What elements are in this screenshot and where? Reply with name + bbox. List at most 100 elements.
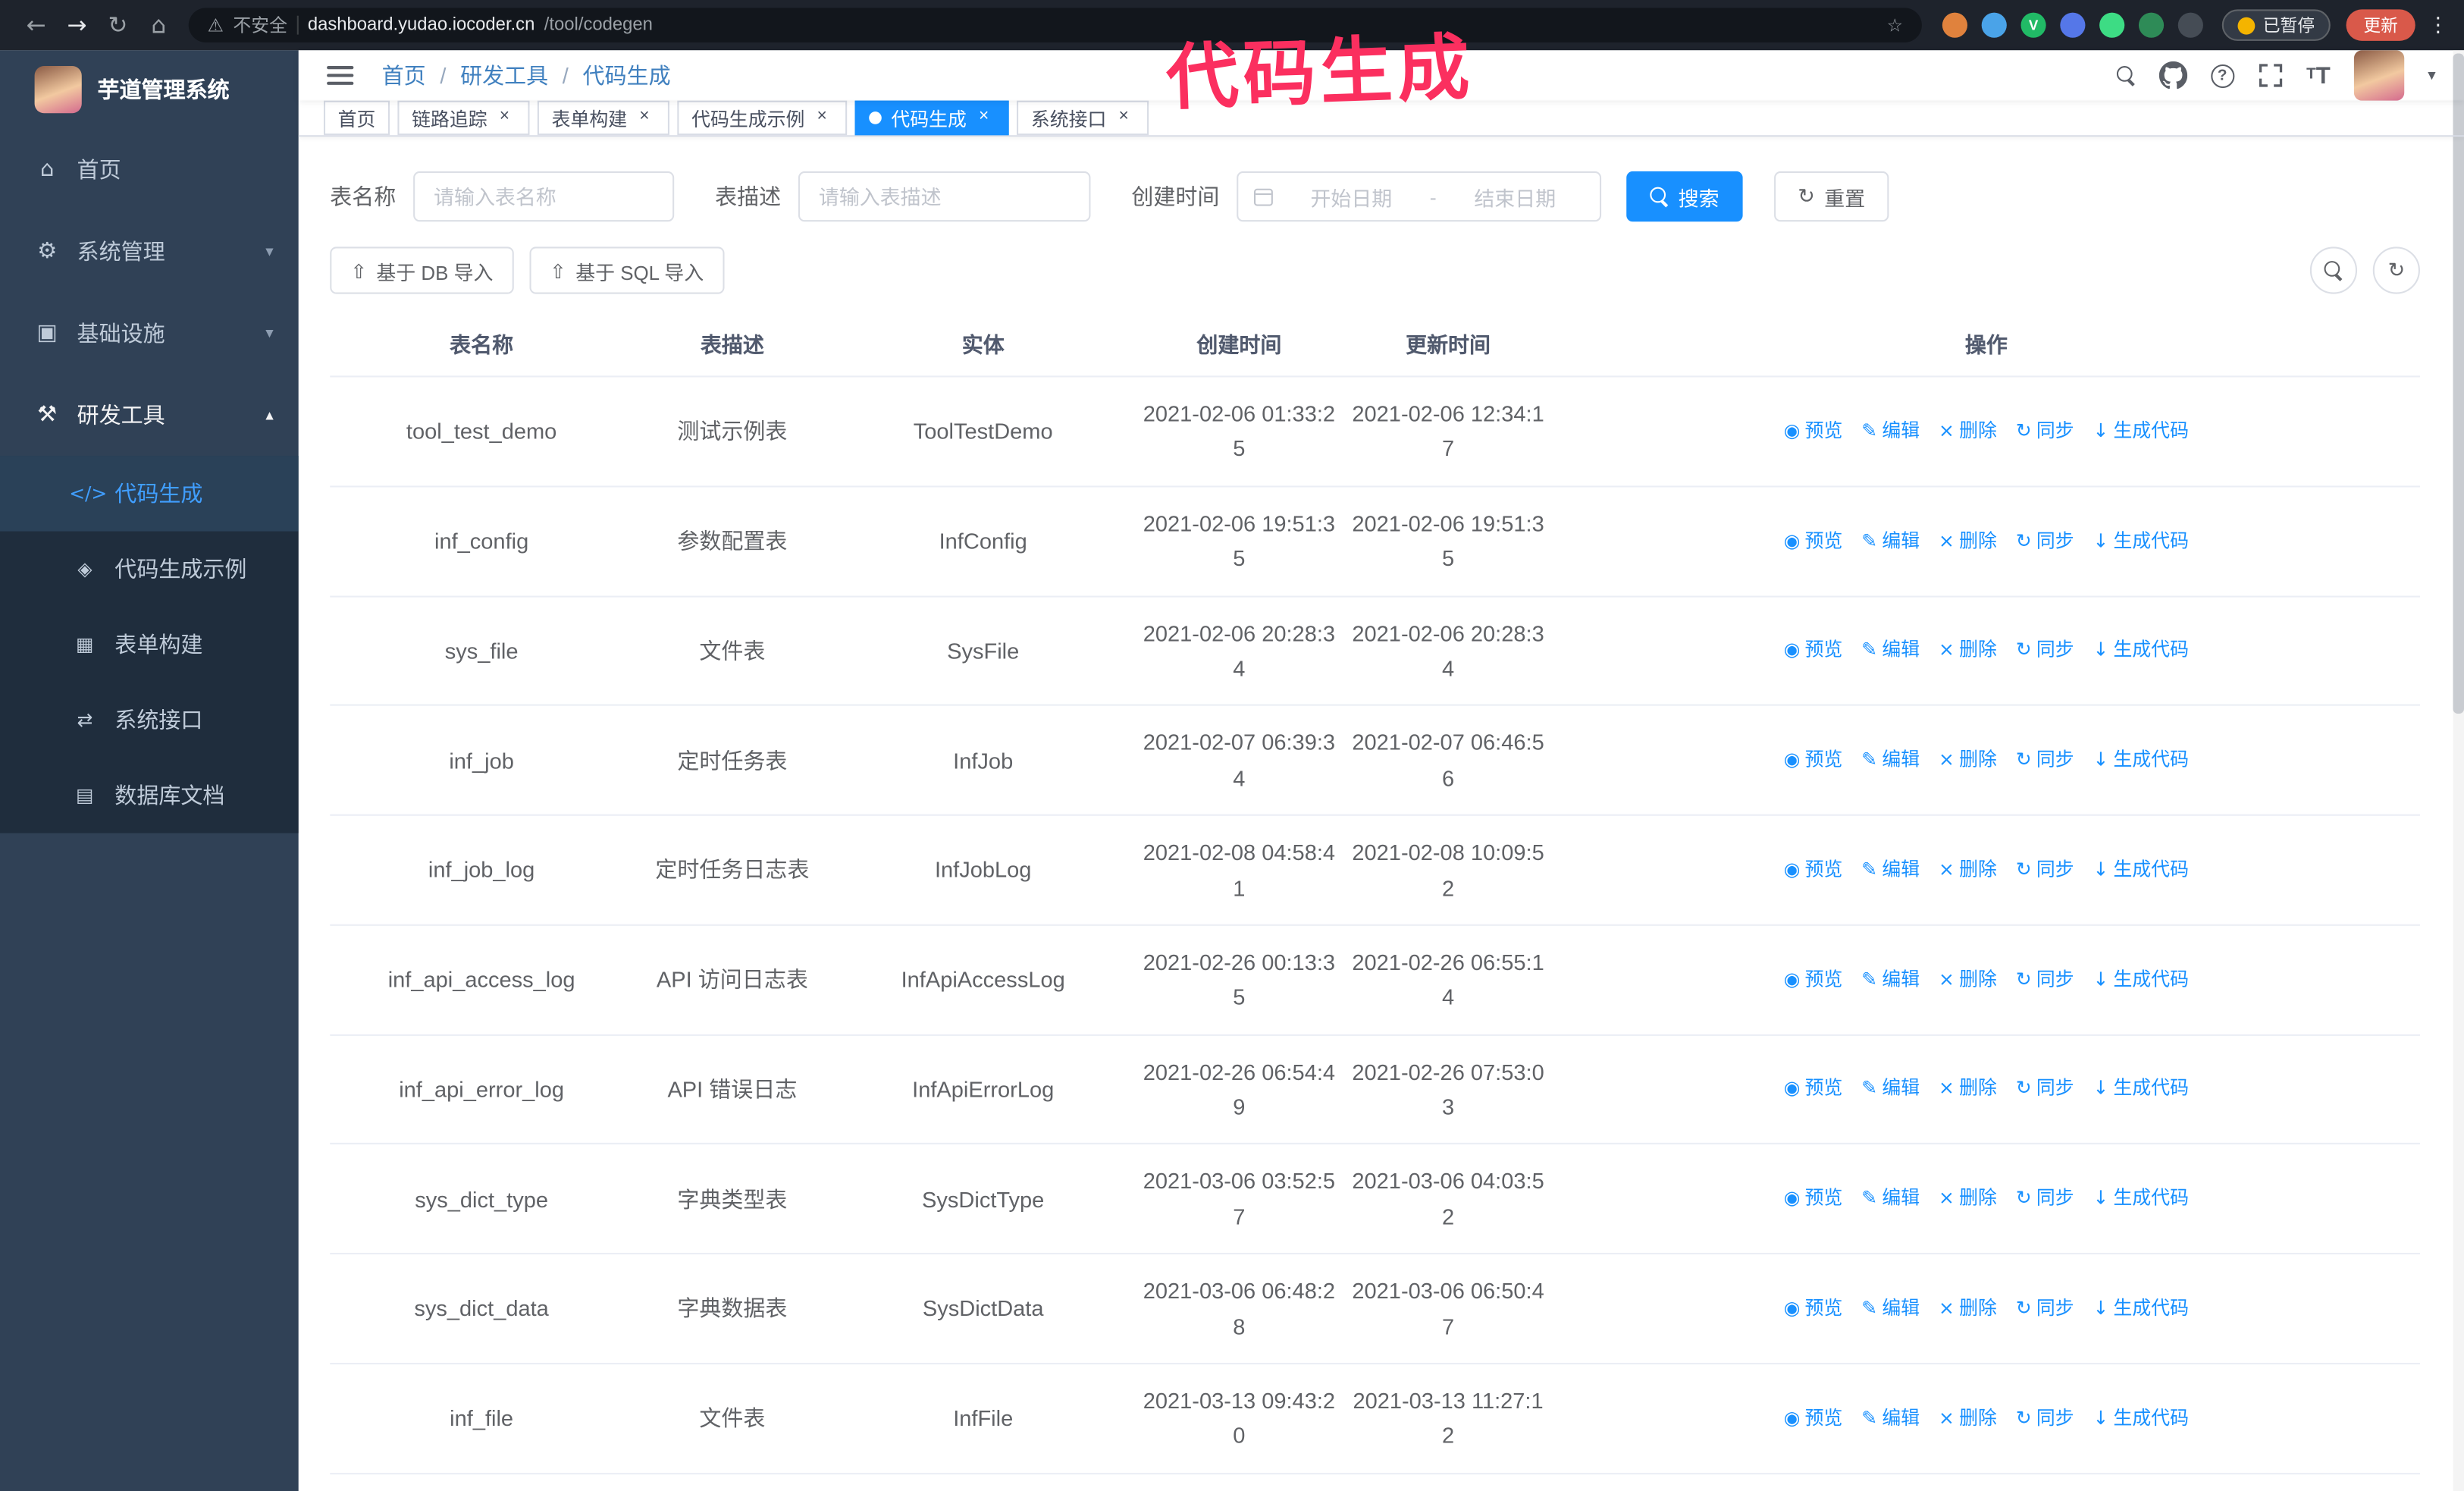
generate-code-link[interactable]: ↓ 生成代码 — [2093, 965, 2189, 995]
refresh-table-button[interactable]: ↻ — [2372, 246, 2420, 294]
browser-extension-icon-dark[interactable] — [2177, 12, 2203, 38]
sync-link[interactable]: ↻ 同步 — [2016, 855, 2074, 885]
scrollbar-thumb[interactable] — [2453, 53, 2464, 714]
sync-link[interactable]: ↻ 同步 — [2016, 1294, 2074, 1324]
app-logo[interactable]: 芋道管理系统 — [0, 50, 299, 129]
sync-link[interactable]: ↻ 同步 — [2016, 746, 2074, 776]
delete-link[interactable]: × 删除 — [1939, 416, 1997, 447]
edit-link[interactable]: ✎ 编辑 — [1861, 965, 1920, 995]
sidebar-item-home[interactable]: ⌂ 首页 ▾ — [0, 129, 299, 211]
sidebar-item-api[interactable]: ⇄ 系统接口 — [0, 683, 299, 758]
table-name-input[interactable] — [413, 171, 675, 222]
sync-link[interactable]: ↻ 同步 — [2016, 1184, 2074, 1214]
sync-link[interactable]: ↻ 同步 — [2016, 965, 2074, 995]
preview-link[interactable]: ◉ 预览 — [1784, 855, 1843, 885]
tab[interactable]: 代码生成示例 × — [677, 100, 848, 136]
edit-link[interactable]: ✎ 编辑 — [1861, 526, 1920, 556]
tab[interactable]: 表单构建 × — [537, 100, 670, 136]
star-icon[interactable]: ☆ — [1887, 14, 1903, 36]
edit-link[interactable]: ✎ 编辑 — [1861, 636, 1920, 666]
sync-link[interactable]: ↻ 同步 — [2016, 1404, 2074, 1434]
caret-down-icon[interactable]: ▾ — [2428, 67, 2435, 84]
tab[interactable]: 系统接口 × — [1017, 100, 1149, 136]
delete-link[interactable]: × 删除 — [1939, 1294, 1997, 1324]
generate-code-link[interactable]: ↓ 生成代码 — [2093, 526, 2189, 556]
close-icon[interactable]: × — [1113, 107, 1135, 129]
help-icon[interactable]: ? — [2210, 63, 2234, 88]
browser-extension-icon-green-v[interactable]: V — [2020, 12, 2046, 38]
preview-link[interactable]: ◉ 预览 — [1784, 1075, 1843, 1105]
import-sql-button[interactable]: ⇧ 基于 SQL 导入 — [529, 246, 725, 294]
close-icon[interactable]: × — [633, 107, 655, 129]
delete-link[interactable]: × 删除 — [1939, 746, 1997, 776]
sync-link[interactable]: ↻ 同步 — [2016, 416, 2074, 447]
tab[interactable]: 首页 — [323, 100, 390, 136]
delete-link[interactable]: × 删除 — [1939, 1184, 1997, 1214]
generate-code-link[interactable]: ↓ 生成代码 — [2093, 416, 2189, 447]
search-icon[interactable] — [2116, 66, 2135, 85]
generate-code-link[interactable]: ↓ 生成代码 — [2093, 1294, 2189, 1324]
home-icon[interactable]: ⌂ — [138, 11, 179, 39]
forward-icon[interactable]: → — [57, 11, 98, 39]
sidebar-item-devtools[interactable]: ⚒ 研发工具 ▾ — [0, 374, 299, 456]
github-icon[interactable] — [2158, 61, 2187, 89]
fullscreen-icon[interactable] — [2258, 63, 2283, 88]
browser-update-button[interactable]: 更新 — [2346, 9, 2415, 41]
browser-extension-icon-people[interactable] — [2060, 12, 2086, 38]
import-db-button[interactable]: ⇧ 基于 DB 导入 — [330, 246, 514, 294]
toggle-search-button[interactable] — [2309, 246, 2358, 294]
generate-code-link[interactable]: ↓ 生成代码 — [2093, 636, 2189, 666]
generate-code-link[interactable]: ↓ 生成代码 — [2093, 1404, 2189, 1434]
breadcrumb-home[interactable]: 首页 — [382, 60, 426, 91]
paused-badge[interactable]: 已暂停 — [2221, 9, 2331, 41]
edit-link[interactable]: ✎ 编辑 — [1861, 746, 1920, 776]
delete-link[interactable]: × 删除 — [1939, 1075, 1997, 1105]
generate-code-link[interactable]: ↓ 生成代码 — [2093, 855, 2189, 885]
close-icon[interactable]: × — [811, 107, 833, 129]
edit-link[interactable]: ✎ 编辑 — [1861, 1294, 1920, 1324]
close-icon[interactable]: × — [494, 107, 516, 129]
browser-extension-icon-blue-drop[interactable] — [1981, 12, 2007, 38]
table-desc-input[interactable] — [798, 171, 1091, 222]
date-range-picker[interactable]: 开始日期 - 结束日期 — [1237, 171, 1602, 222]
sidebar-item-db-doc[interactable]: ▤ 数据库文档 — [0, 758, 299, 833]
sync-link[interactable]: ↻ 同步 — [2016, 636, 2074, 666]
browser-extension-icon-orange[interactable] — [1942, 12, 1968, 38]
preview-link[interactable]: ◉ 预览 — [1784, 416, 1843, 447]
delete-link[interactable]: × 删除 — [1939, 636, 1997, 666]
sidebar-item-form-builder[interactable]: ▦ 表单构建 — [0, 607, 299, 682]
font-size-icon[interactable]: TT — [2306, 64, 2331, 87]
edit-link[interactable]: ✎ 编辑 — [1861, 1404, 1920, 1434]
preview-link[interactable]: ◉ 预览 — [1784, 1404, 1843, 1434]
sidebar-item-infra[interactable]: ▣ 基础设施 ▾ — [0, 293, 299, 375]
sync-link[interactable]: ↻ 同步 — [2016, 526, 2074, 556]
search-button[interactable]: 搜索 — [1626, 171, 1743, 222]
user-avatar[interactable] — [2353, 50, 2405, 101]
delete-link[interactable]: × 删除 — [1939, 526, 1997, 556]
generate-code-link[interactable]: ↓ 生成代码 — [2093, 1075, 2189, 1105]
browser-extension-icon-leaf[interactable] — [2138, 12, 2165, 38]
sync-link[interactable]: ↻ 同步 — [2016, 1075, 2074, 1105]
sidebar-item-codegen[interactable]: </> 代码生成 — [0, 456, 299, 532]
hamburger-icon[interactable] — [327, 66, 354, 85]
edit-link[interactable]: ✎ 编辑 — [1861, 1075, 1920, 1105]
generate-code-link[interactable]: ↓ 生成代码 — [2093, 1184, 2189, 1214]
preview-link[interactable]: ◉ 预览 — [1784, 1294, 1843, 1324]
scrollbar[interactable] — [2453, 50, 2464, 1491]
address-bar[interactable]: ⚠ 不安全 dashboard.yudao.iocoder.cn /tool/c… — [188, 8, 1922, 42]
preview-link[interactable]: ◉ 预览 — [1784, 746, 1843, 776]
sidebar-item-system[interactable]: ⚙ 系统管理 ▾ — [0, 211, 299, 293]
back-icon[interactable]: ← — [16, 11, 57, 39]
edit-link[interactable]: ✎ 编辑 — [1861, 1184, 1920, 1214]
delete-link[interactable]: × 删除 — [1939, 965, 1997, 995]
close-icon[interactable]: × — [973, 107, 995, 129]
tab[interactable]: 链路追踪 × — [397, 100, 530, 136]
generate-code-link[interactable]: ↓ 生成代码 — [2093, 746, 2189, 776]
preview-link[interactable]: ◉ 预览 — [1784, 1184, 1843, 1214]
tab[interactable]: 代码生成 × — [854, 100, 1009, 136]
dots-menu-icon[interactable]: ⋮ — [2428, 14, 2448, 37]
refresh-icon[interactable]: ↻ — [98, 11, 139, 39]
preview-link[interactable]: ◉ 预览 — [1784, 636, 1843, 666]
delete-link[interactable]: × 删除 — [1939, 1404, 1997, 1434]
preview-link[interactable]: ◉ 预览 — [1784, 526, 1843, 556]
